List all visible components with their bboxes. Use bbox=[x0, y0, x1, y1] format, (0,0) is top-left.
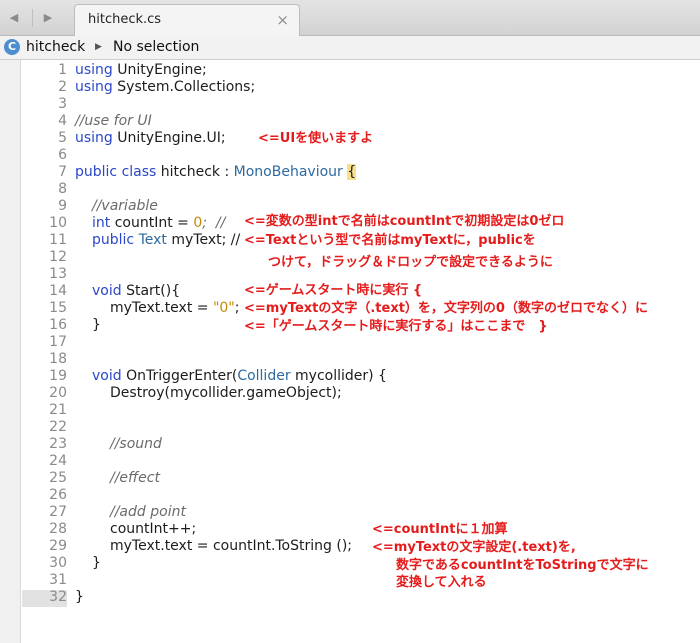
line-number-label: 6 bbox=[58, 147, 67, 163]
breadcrumb-project[interactable]: hitcheck bbox=[26, 39, 85, 55]
editor-gutter bbox=[0, 60, 21, 643]
line-number-label: 15 bbox=[49, 300, 67, 316]
line-number-label: 31 bbox=[49, 572, 67, 588]
nav-divider bbox=[32, 9, 33, 27]
line-number-label: 10 bbox=[49, 215, 67, 231]
tab-title: hitcheck.cs bbox=[88, 12, 162, 27]
line-number-label: 23 bbox=[49, 436, 67, 452]
line-number-label: 5 bbox=[58, 130, 67, 146]
annotation-line-31: 変換して入れる bbox=[396, 575, 487, 590]
line-number-label: 11 bbox=[49, 232, 67, 248]
annotation-line-5: <=UIを使いますよ bbox=[258, 131, 374, 146]
line-number-label: 29 bbox=[49, 538, 67, 554]
line-number-label: 22 bbox=[49, 419, 67, 435]
line-number-label: 9 bbox=[58, 198, 67, 214]
annotation-line-29: <=myTextの文字設定(.text)を, bbox=[372, 540, 576, 555]
line-number-label: 8 bbox=[58, 181, 67, 197]
back-arrow-icon[interactable]: ◀ bbox=[4, 9, 24, 27]
annotation-line-12: つけて，ドラッグ＆ドロップで設定できるように bbox=[268, 255, 553, 270]
line-number-label: 4 bbox=[58, 113, 67, 129]
line-number-label: 20 bbox=[49, 385, 67, 401]
line-number-label: 2 bbox=[58, 79, 67, 95]
line-number-label: 1 bbox=[58, 62, 67, 78]
breadcrumb-separator-icon: ▶ bbox=[95, 42, 102, 52]
line-number-label: 7 bbox=[58, 164, 67, 180]
annotation-line-15: <=myTextの文字（.text）を，文字列の0（数字のゼロでなく）に bbox=[244, 301, 648, 316]
annotation-line-16: <=「ゲームスタート時に実行する」はここまで } bbox=[244, 319, 548, 334]
line-number-label: 27 bbox=[49, 504, 67, 520]
breadcrumb: C hitcheck ▶ No selection bbox=[0, 36, 700, 60]
line-number-label: 24 bbox=[49, 453, 67, 469]
line-number-label: 14 bbox=[49, 283, 67, 299]
line-number-label: 30 bbox=[49, 555, 67, 571]
line-number-label: 13 bbox=[49, 266, 67, 282]
line-number-label: 25 bbox=[49, 470, 67, 486]
tab-bar: ◀ ▶ hitcheck.cs × bbox=[0, 0, 700, 36]
forward-arrow-icon[interactable]: ▶ bbox=[38, 9, 58, 27]
line-number-label: 28 bbox=[49, 521, 67, 537]
line-number-label: 12 bbox=[49, 249, 67, 265]
close-icon[interactable]: × bbox=[276, 11, 289, 29]
line-number-label: 19 bbox=[49, 368, 67, 384]
line-number-label: 18 bbox=[49, 351, 67, 367]
editor-tab[interactable]: hitcheck.cs × bbox=[74, 4, 300, 36]
annotation-line-30: 数字であるcountIntをToStringで文字に bbox=[396, 558, 649, 573]
line-number-label: 26 bbox=[49, 487, 67, 503]
line-number-label: 16 bbox=[49, 317, 67, 333]
line-number-label: 21 bbox=[49, 402, 67, 418]
breadcrumb-selection[interactable]: No selection bbox=[113, 39, 199, 55]
code-editor[interactable]: 1 2 3 4 5 6 7 8 9 10 11 12 13 14 15 16 17 18 19 20 21 22 23 24 2… bbox=[0, 60, 700, 643]
annotation-line-11: <=Textという型で名前はmyTextに，publicを bbox=[244, 233, 536, 248]
annotation-line-14: <=ゲームスタート時に実行 { bbox=[244, 283, 423, 298]
line-number-label: 3 bbox=[58, 96, 67, 112]
line-number-label: 17 bbox=[49, 334, 67, 350]
line-number-label: 32 bbox=[49, 589, 67, 605]
annotation-line-28: <=countIntに１加算 bbox=[372, 522, 508, 537]
annotation-line-10: <=変数の型intで名前はcountIntで初期設定は0ゼロ bbox=[244, 214, 565, 229]
csharp-file-icon: C bbox=[4, 39, 20, 55]
